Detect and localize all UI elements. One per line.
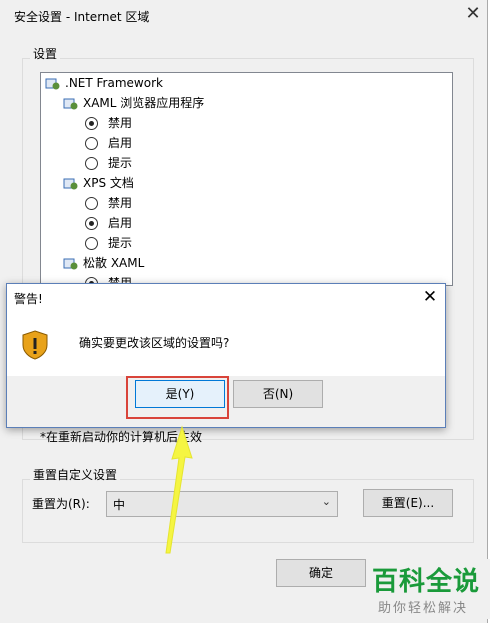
background-window-edge: [488, 0, 496, 623]
dialog-titlebar: 警告! ✕: [7, 284, 445, 310]
radio-xaml-disable[interactable]: 禁用: [85, 113, 132, 133]
annotation-arrow-icon: [165, 425, 193, 554]
radio-xps-prompt[interactable]: 提示: [85, 233, 132, 253]
dialog-message: 确实要更改该区域的设置吗?: [79, 336, 230, 350]
reset-level-value: 中: [113, 498, 126, 512]
radio-xaml-prompt[interactable]: 提示: [85, 153, 132, 173]
settings-folder-icon: [63, 258, 78, 269]
watermark-subtitle: 助你轻松解决: [378, 601, 469, 616]
radio-button[interactable]: [85, 237, 98, 250]
watermark-title: 百科全说: [372, 567, 481, 597]
radio-button-checked[interactable]: [85, 117, 98, 130]
radio-xaml-enable[interactable]: 启用: [85, 133, 132, 153]
settings-tree[interactable]: .NET Framework XAML 浏览器应用程序 禁用 启用 提示 XPS…: [40, 72, 453, 286]
settings-folder-icon: [63, 98, 78, 109]
ok-button[interactable]: 确定: [276, 559, 366, 587]
radio-button-checked[interactable]: [85, 217, 98, 230]
window-title: 安全设置 - Internet 区域: [14, 10, 150, 24]
highlight-box: [126, 376, 229, 419]
warning-shield-icon: [22, 330, 48, 360]
dialog-close-icon[interactable]: ✕: [417, 284, 443, 310]
settings-group-label: 设置: [30, 45, 61, 62]
radio-button[interactable]: [85, 137, 98, 150]
radio-button[interactable]: [85, 157, 98, 170]
dialog-title: 警告!: [14, 292, 43, 306]
window-close-icon[interactable]: ✕: [462, 2, 484, 26]
no-button[interactable]: 否(N): [233, 380, 323, 408]
watermark: 百科全说 助你轻松解决: [368, 559, 490, 619]
radio-xps-enable[interactable]: 启用: [85, 213, 132, 233]
settings-folder-icon: [63, 178, 78, 189]
tree-item-xaml-browser[interactable]: XAML 浏览器应用程序: [63, 93, 204, 113]
radio-button[interactable]: [85, 197, 98, 210]
radio-xps-disable[interactable]: 禁用: [85, 193, 132, 213]
reset-to-label: 重置为(R):: [32, 497, 90, 511]
reset-group-label: 重置自定义设置: [30, 466, 121, 483]
reset-level-select[interactable]: 中 ⌄: [106, 491, 338, 517]
tree-item-xps[interactable]: XPS 文档: [63, 173, 134, 193]
settings-folder-icon: [45, 78, 60, 89]
chevron-down-icon: ⌄: [321, 495, 331, 508]
reset-button[interactable]: 重置(E)...: [363, 489, 453, 517]
tree-item-net-framework[interactable]: .NET Framework: [45, 73, 163, 93]
tree-item-loose-xaml[interactable]: 松散 XAML: [63, 253, 144, 273]
dialog-body: 确实要更改该区域的设置吗?: [7, 310, 445, 376]
